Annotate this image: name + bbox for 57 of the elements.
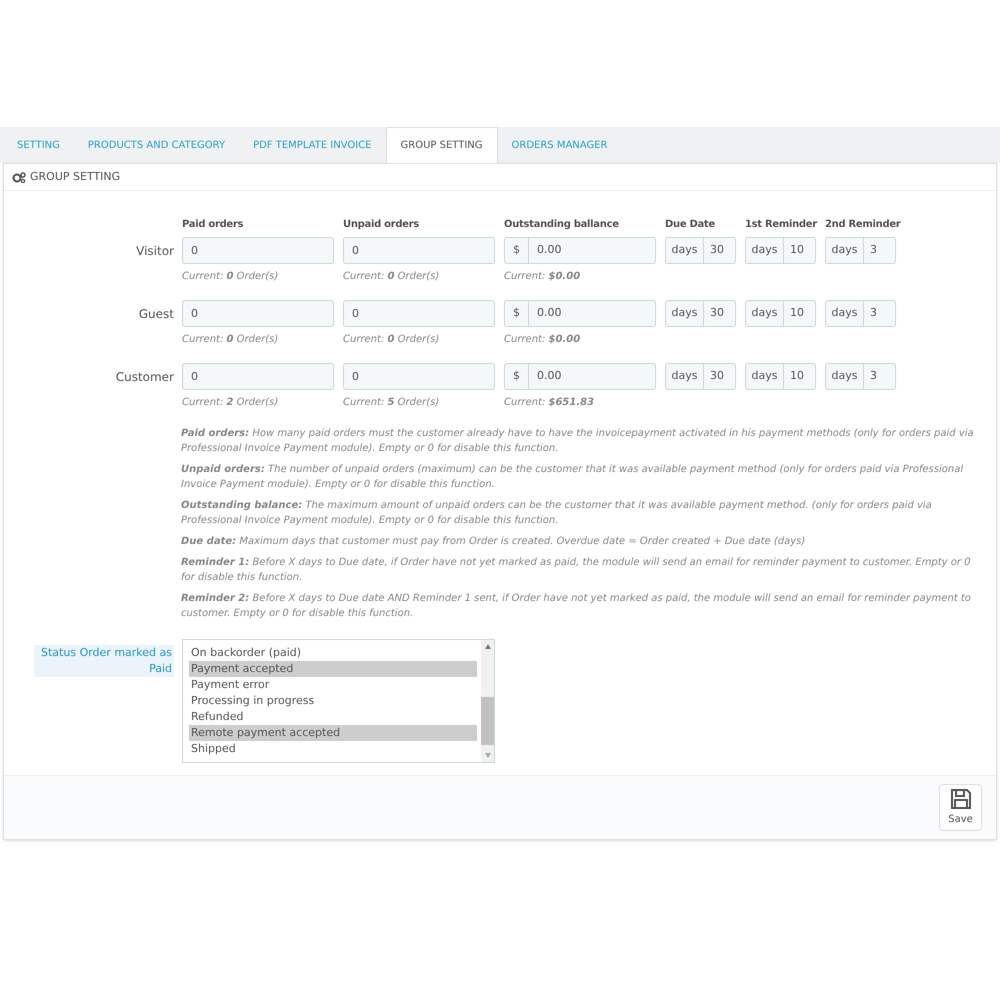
help-text: Due date: Maximum days that customer must pay from Order is created. Overdue date = Order created + Due date (days) [181, 535, 806, 549]
help-text: Reminder 2: Before X days to Due date AND Reminder 1 sent, if Order have not yet marked as paid, the module will send an email for reminder payment to customer. Empty or 0 for disable this function. [181, 592, 972, 621]
current-value-text: Current: 0 Order(s) [182, 270, 280, 284]
days-input[interactable]: days 10 [745, 363, 816, 390]
scrollbar[interactable] [481, 640, 494, 762]
input-field[interactable]: 0 [182, 363, 334, 390]
current-value-text: Current: $0.00 [504, 270, 582, 284]
status-listbox[interactable]: On backorder (paid) Payment accepted Payment error Processing in progress Refunded Remote payment accepted Shipped [182, 639, 495, 763]
gears-icon [12, 172, 26, 182]
field-label: Status Order marked as Paid [34, 645, 174, 677]
help-text: Reminder 1: Before X days to Due date, if Order have not yet marked as paid, the module will send an email for reminder payment to customer. Empty or 0 for disable this function. [181, 556, 972, 585]
input-field[interactable]: 0 [343, 300, 495, 327]
current-value-text: Current: 0 Order(s) [343, 270, 440, 284]
column-header: Unpaid orders [343, 218, 420, 232]
days-input[interactable]: days 10 [745, 300, 816, 327]
help-text: Paid orders: How many paid orders must the customer already have to have the invoicepayment activated in his payment methods (only for orders paid via Professional Invoice Payment module). Empty or 0 for disable this function. [181, 427, 975, 456]
column-header: Outstanding ballance [504, 218, 620, 232]
current-value-text: Current: 0 Order(s) [182, 333, 280, 347]
column-header: 1st Reminder [745, 218, 816, 232]
current-value-text: Current: 5 Order(s) [343, 396, 440, 410]
currency-input[interactable]: $ 0.00 [504, 300, 656, 327]
list-option[interactable]: Payment error [189, 677, 477, 693]
list-option[interactable]: Processing in progress [189, 693, 477, 709]
input-field[interactable]: 0 [343, 363, 495, 390]
help-text: Outstanding balance: The maximum amount of unpaid orders can be the customer that it was available payment method. (only for orders paid via Professional Invoice Payment module). Empty or 0 for disable this function. [181, 499, 933, 528]
days-input[interactable]: days 30 [665, 363, 736, 390]
list-option[interactable]: On backorder (paid) [189, 645, 477, 661]
row-label: Customer [116, 368, 174, 386]
input-field[interactable]: 0 [182, 237, 334, 264]
input-field[interactable]: 0 [343, 237, 495, 264]
list-option[interactable]: Payment accepted [189, 661, 477, 677]
row-label: Visitor [136, 242, 174, 260]
days-input[interactable]: days 30 [665, 237, 736, 264]
column-header: Paid orders [182, 218, 244, 232]
list-option[interactable]: Shipped [189, 741, 477, 757]
currency-input[interactable]: $ 0.00 [504, 237, 656, 264]
list-option[interactable]: Remote payment accepted [189, 725, 477, 741]
current-value-text: Current: $651.83 [504, 396, 596, 410]
row-label: Guest [138, 306, 174, 322]
help-text: Unpaid orders: The number of unpaid orders (maximum) can be the customer that it was available payment method (only for orders paid via Professional Invoice Payment module). Empty or 0 for disable this function. [181, 463, 964, 492]
input-field[interactable]: 0 [182, 300, 334, 327]
list-option[interactable]: Refunded [189, 709, 477, 725]
column-header: Due Date [665, 218, 716, 232]
days-input[interactable]: days 3 [825, 237, 896, 264]
days-input[interactable]: days 3 [825, 363, 896, 390]
tab[interactable]: GROUP SETTING [386, 127, 498, 163]
panel-title: GROUP SETTING [30, 168, 120, 185]
currency-input[interactable]: $ 0.00 [504, 363, 656, 390]
scroll-up-icon[interactable] [484, 644, 490, 649]
save-button[interactable]: Save [939, 784, 982, 831]
current-value-text: Current: 2 Order(s) [182, 396, 280, 410]
current-value-text: Current: $0.00 [504, 333, 582, 347]
days-input[interactable]: days 3 [825, 300, 896, 327]
days-input[interactable]: days 30 [665, 300, 736, 327]
current-value-text: Current: 0 Order(s) [343, 333, 440, 347]
scroll-down-icon[interactable] [484, 753, 490, 758]
days-input[interactable]: days 10 [745, 237, 816, 264]
